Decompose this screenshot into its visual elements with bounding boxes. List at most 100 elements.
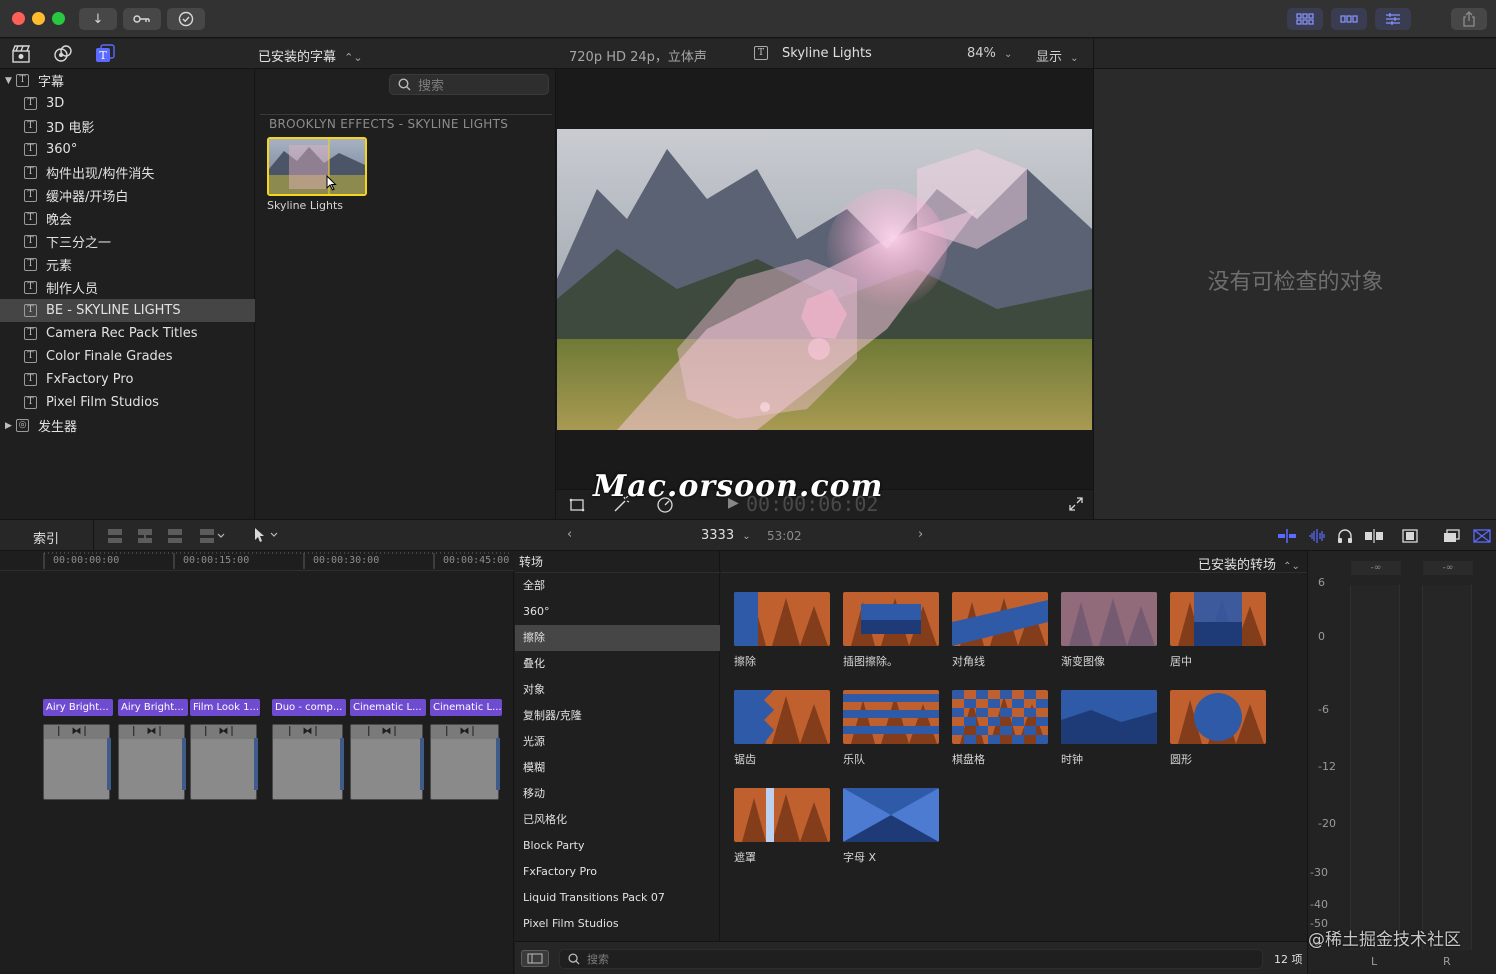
import-button[interactable]: ↓ bbox=[79, 8, 117, 30]
timeline-clip[interactable]: ⎸ ⧓ ⎸ bbox=[118, 724, 185, 800]
viewer-zoom-menu[interactable]: 84% ⌄ bbox=[967, 46, 1012, 61]
photos-audio-tab[interactable] bbox=[53, 45, 73, 63]
sidebar-item-label: 字幕 bbox=[38, 75, 65, 90]
sidebar-item[interactable]: T 晚会 bbox=[0, 207, 255, 230]
peak-right: -∞ bbox=[1423, 561, 1473, 575]
insert-clip-button[interactable] bbox=[136, 528, 154, 544]
transition-category[interactable]: 对象 bbox=[515, 677, 720, 703]
append-clip-button[interactable] bbox=[166, 528, 184, 544]
timeline-clip[interactable]: ⎸ ⧓ ⎸ bbox=[272, 724, 343, 800]
timeline-view-button[interactable] bbox=[1331, 8, 1367, 30]
installed-titles-menu[interactable]: 已安装的字幕 ⌃⌄ bbox=[258, 46, 363, 65]
transition-thumbnail[interactable] bbox=[1061, 592, 1157, 646]
transition-category[interactable]: FxFactory Pro bbox=[515, 859, 720, 885]
skyline-lights-thumbnail[interactable] bbox=[267, 137, 367, 196]
titles-generators-tab[interactable]: T bbox=[95, 44, 115, 64]
skimming-toggle[interactable] bbox=[1277, 528, 1297, 544]
transition-category[interactable]: 全部 bbox=[515, 573, 720, 599]
timeline-clip[interactable]: ⎸ ⧓ ⎸ bbox=[430, 724, 499, 800]
sidebar-item[interactable]: T BE - SKYLINE LIGHTS bbox=[0, 299, 255, 322]
timeline-clip[interactable]: ⎸ ⧓ ⎸ bbox=[190, 724, 257, 800]
transition-thumbnail[interactable] bbox=[1170, 690, 1266, 744]
share-button[interactable] bbox=[1451, 8, 1487, 30]
close-window-button[interactable] bbox=[12, 12, 25, 25]
browser-view-button[interactable] bbox=[1287, 8, 1323, 30]
sidebar-item[interactable]: T Pixel Film Studios bbox=[0, 391, 255, 414]
sidebar-item[interactable]: T 缓冲器/开场白 bbox=[0, 184, 255, 207]
transition-category[interactable]: 模糊 bbox=[515, 755, 720, 781]
keywords-button[interactable] bbox=[123, 8, 161, 30]
timeline-ruler[interactable]: 00:00:00:00 00:00:15:00 00:00:30:00 00:0… bbox=[0, 551, 514, 571]
media-tab[interactable] bbox=[11, 45, 31, 63]
sidebar-item[interactable]: T Camera Rec Pack Titles bbox=[0, 322, 255, 345]
sidebar-item[interactable]: T 制作人员 bbox=[0, 276, 255, 299]
sidebar-item[interactable]: T FxFactory Pro bbox=[0, 368, 255, 391]
background-tasks-button[interactable] bbox=[167, 8, 205, 30]
sidebar-toggle-button[interactable] bbox=[521, 950, 549, 967]
project-name-menu[interactable]: 3333 ⌄ bbox=[701, 528, 751, 543]
inspector-view-button[interactable] bbox=[1375, 8, 1411, 30]
sidebar-item[interactable]: T 元素 bbox=[0, 253, 255, 276]
overwrite-clip-button[interactable] bbox=[198, 528, 228, 544]
transition-category[interactable]: 360° bbox=[515, 599, 720, 625]
sidebar-item[interactable]: T 构件出现/构件消失 bbox=[0, 161, 255, 184]
clip-appearance-button[interactable] bbox=[1401, 528, 1419, 544]
transform-tool-button[interactable] bbox=[569, 497, 587, 513]
transition-thumbnail[interactable] bbox=[734, 690, 830, 744]
transition-thumbnail[interactable] bbox=[952, 690, 1048, 744]
sidebar-item[interactable]: ▶ ◎ 发生器 bbox=[0, 414, 255, 437]
sidebar-item[interactable]: T 3D bbox=[0, 92, 255, 115]
transition-category[interactable]: Block Party bbox=[515, 833, 720, 859]
transition-thumbnail[interactable] bbox=[1170, 592, 1266, 646]
transition-category[interactable]: 已风格化 bbox=[515, 807, 720, 833]
disclosure-triangle-icon[interactable]: ▼ bbox=[5, 76, 13, 86]
sidebar-item[interactable]: ▼ T 字幕 bbox=[0, 69, 255, 92]
transition-thumbnail[interactable] bbox=[1061, 690, 1157, 744]
transitions-search-field[interactable]: 搜索 bbox=[559, 949, 1263, 969]
transition-category[interactable]: 移动 bbox=[515, 781, 720, 807]
transition-category[interactable]: 叠化 bbox=[515, 651, 720, 677]
timeline-history-back[interactable]: ‹ bbox=[567, 527, 572, 542]
transition-category[interactable]: 擦除 bbox=[515, 625, 720, 651]
clip-title-label[interactable]: Duo - comp... bbox=[272, 699, 346, 716]
timeline-clip[interactable]: ⎸ ⧓ ⎸ bbox=[43, 724, 110, 800]
clip-title-label[interactable]: Airy Bright... bbox=[43, 699, 113, 716]
timeline-index-button[interactable]: 索引 bbox=[33, 528, 59, 547]
browser-search-field[interactable]: 搜索 bbox=[389, 74, 549, 95]
disclosure-triangle-icon[interactable]: ▶ bbox=[5, 421, 13, 431]
solo-toggle[interactable] bbox=[1337, 528, 1353, 544]
sidebar-item[interactable]: T Color Finale Grades bbox=[0, 345, 255, 368]
transitions-browser-toggle[interactable] bbox=[1473, 528, 1491, 544]
transition-category[interactable]: 光源 bbox=[515, 729, 720, 755]
transition-category[interactable]: Liquid Transitions Pack 07 bbox=[515, 885, 720, 911]
clip-title-label[interactable]: Cinematic L... bbox=[430, 699, 502, 716]
fullscreen-button[interactable] bbox=[1069, 497, 1083, 511]
transition-thumbnail[interactable] bbox=[952, 592, 1048, 646]
transition-thumbnail[interactable] bbox=[843, 690, 939, 744]
transition-thumbnail[interactable] bbox=[843, 788, 939, 842]
clip-title-label[interactable]: Film Look 1... bbox=[190, 699, 260, 716]
sidebar-item[interactable]: T 3D 电影 bbox=[0, 115, 255, 138]
effects-browser-toggle[interactable] bbox=[1443, 528, 1461, 544]
minimize-window-button[interactable] bbox=[32, 12, 45, 25]
snapping-toggle[interactable] bbox=[1364, 528, 1384, 544]
timeline-clip[interactable]: ⎸ ⧓ ⎸ bbox=[350, 724, 423, 800]
clip-title-label[interactable]: Cinematic L... bbox=[350, 699, 426, 716]
installed-transitions-menu[interactable]: 已安装的转场 ⌃⌄ bbox=[1198, 554, 1300, 573]
audio-skimming-toggle[interactable] bbox=[1307, 528, 1327, 544]
sidebar-item[interactable]: T 360° bbox=[0, 138, 255, 161]
title-category-icon: T bbox=[24, 189, 37, 202]
tool-select-menu[interactable] bbox=[252, 527, 282, 543]
clip-title-label[interactable]: Airy Bright... bbox=[118, 699, 188, 716]
zoom-window-button[interactable] bbox=[52, 12, 65, 25]
transition-thumbnail[interactable] bbox=[843, 592, 939, 646]
transition-thumbnail[interactable] bbox=[734, 592, 830, 646]
transition-category[interactable]: Pixel Film Studios bbox=[515, 911, 720, 937]
connect-clip-button[interactable] bbox=[106, 528, 124, 544]
transition-category[interactable]: 复制器/克隆 bbox=[515, 703, 720, 729]
timeline-history-forward[interactable]: › bbox=[918, 527, 923, 542]
viewer-display-menu[interactable]: 显示 ⌄ bbox=[1036, 46, 1079, 65]
viewer-frame[interactable] bbox=[557, 129, 1092, 430]
transition-thumbnail[interactable] bbox=[734, 788, 830, 842]
sidebar-item[interactable]: T 下三分之一 bbox=[0, 230, 255, 253]
